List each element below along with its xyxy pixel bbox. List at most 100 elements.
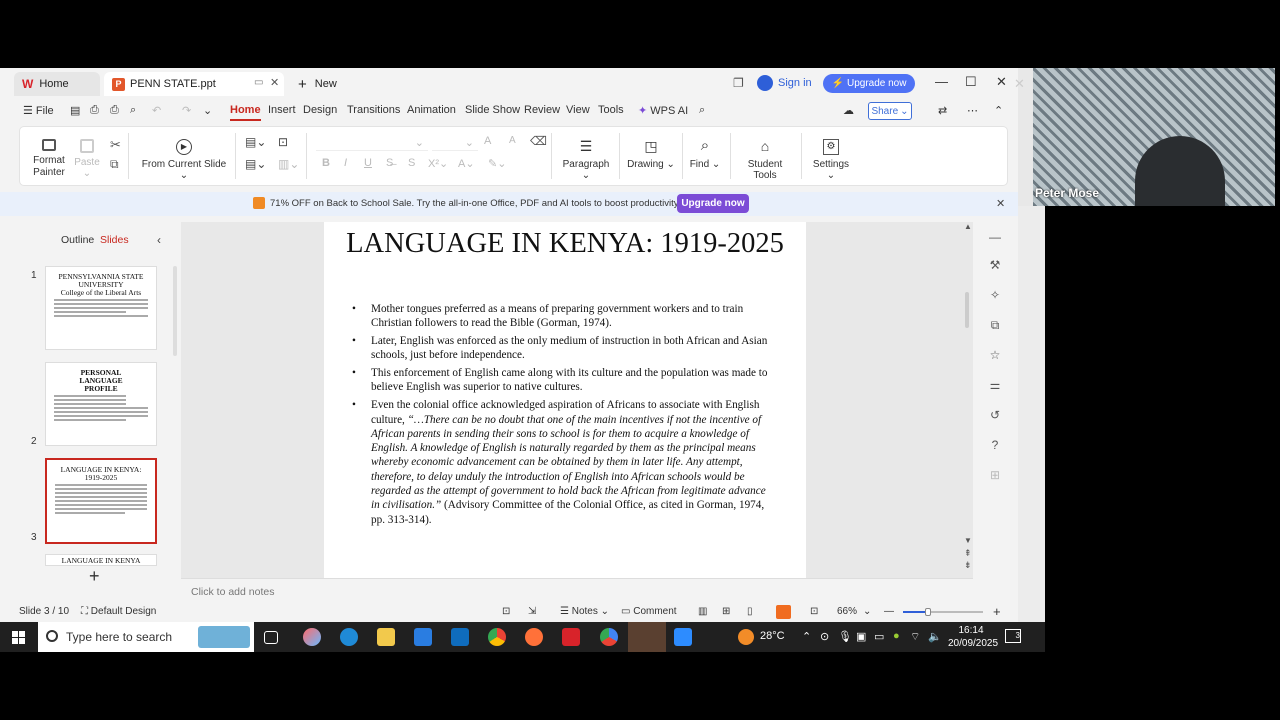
prev-slide-icon[interactable]: ⇞ [964,548,972,559]
more-options-icon[interactable]: ⋯ [967,104,978,117]
thumbnail-scrollbar[interactable] [173,266,177,356]
active-app-icon[interactable] [628,622,666,652]
store-icon[interactable] [414,628,432,646]
zoom-chevron-icon[interactable]: ⌄ [863,606,871,617]
strikethrough-icon[interactable]: S̶ [386,157,393,169]
increase-font-icon[interactable]: A [484,135,491,147]
underline-icon[interactable]: U [364,157,372,169]
menu-home[interactable]: Home [230,104,261,121]
next-slide-icon[interactable]: ⇟ [964,560,972,571]
zoom-in-icon[interactable]: + [993,604,1001,619]
chrome-profile-icon[interactable] [600,628,618,646]
reading-view-icon[interactable]: ▯ [747,606,753,617]
menu-view[interactable]: View [566,104,590,116]
chrome-icon[interactable] [488,628,506,646]
slide-title[interactable]: LANGUAGE IN KENYA: 1919-2025 [344,226,786,261]
zoom-out-icon[interactable]: — [884,606,894,617]
minimize-icon[interactable]: — [935,74,948,89]
bold-icon[interactable]: B [322,157,330,169]
slide-thumbnail-2[interactable]: PERSONAL LANGUAGE PROFILE [45,362,157,446]
grid-icon[interactable]: ⊞ [988,468,1002,482]
file-menu[interactable]: ☰ File [23,104,54,117]
collapse-panel-icon[interactable]: ‹ [157,233,161,247]
find-button[interactable]: ⌕ Find ⌄ [685,138,725,170]
promo-upgrade-button[interactable]: Upgrade now [677,194,749,213]
slides-gallery-icon[interactable]: ⧉ [988,318,1002,332]
undo-icon[interactable]: ↶ [152,104,161,117]
menu-insert[interactable]: Insert [268,104,296,116]
student-tools-button[interactable]: ⌂ Student Tools [735,139,795,181]
new-slide-icon[interactable]: ▤⌄ [245,135,266,149]
fit-window-icon[interactable]: ⊡ [810,606,818,617]
tab-slides[interactable]: Slides [100,234,129,246]
wifi-icon[interactable]: ⌔ [910,630,920,644]
scroll-up-icon[interactable]: ▲ [964,222,972,231]
task-view-icon[interactable] [264,631,278,644]
slide-3[interactable]: LANGUAGE IN KENYA: 1919-2025 Mother tong… [324,222,806,578]
slide-bullet-list[interactable]: Mother tongues preferred as a means of p… [352,302,777,530]
design-button[interactable]: ⛶ Default Design [81,606,156,617]
export-icon[interactable]: ⇲ [528,606,536,617]
collaborate-icon[interactable]: ⇄ [938,104,947,117]
screen-capture-icon[interactable]: ⊙ [820,630,829,643]
font-family-select[interactable]: ⌄ [316,135,428,151]
save-icon[interactable]: ▤ [70,104,80,117]
pdf-icon[interactable]: ⎙ [90,104,99,117]
search-icon[interactable]: ⌕ [699,104,705,117]
outlook-icon[interactable] [451,628,469,646]
zoom-app-icon[interactable] [674,628,692,646]
green-app-icon[interactable]: ● [893,630,900,642]
temperature[interactable]: 28°C [760,630,785,642]
scroll-down-icon[interactable]: ▼ [964,536,972,545]
notification-center-icon[interactable]: 3 [1005,629,1021,643]
wps-ai-button[interactable]: ✦ WPS AI [638,104,688,117]
decrease-font-icon[interactable]: A [509,135,516,146]
font-color-icon[interactable]: A⌄ [458,157,475,170]
font-size-select[interactable]: ⌄ [432,135,478,151]
zoom-slider[interactable] [903,611,983,613]
help-icon[interactable]: ? [988,438,1002,452]
play-slideshow-button[interactable] [776,605,791,619]
background-close-icon[interactable]: ✕ [1014,76,1025,92]
section-icon[interactable]: ▤⌄ [245,157,266,171]
slide-sorter-icon[interactable]: ⊞ [722,606,730,617]
star-icon[interactable]: ☆ [988,348,1002,362]
settings-button[interactable]: ⚙ Settings ⌄ [808,139,854,181]
menu-transitions[interactable]: Transitions [347,104,400,116]
italic-icon[interactable]: I [344,157,347,169]
menu-review[interactable]: Review [524,104,560,116]
menu-animation[interactable]: Animation [407,104,456,116]
document-tab[interactable]: P PENN STATE.ppt ▭ ✕ [104,72,284,96]
cloud-sync-icon[interactable]: ☁ [843,104,854,117]
format-painter-button[interactable]: Format Painter [30,139,68,179]
slide-thumbnail-1[interactable]: PENNSYLVANNIA STATE UNIVERSITY College o… [45,266,157,350]
share-button[interactable]: Share ⌄ [868,102,912,120]
highlight-icon[interactable]: ✎⌄ [488,157,506,170]
zoom-slider-handle[interactable] [925,608,931,616]
drawing-button[interactable]: ◳ Drawing ⌄ [626,139,676,170]
windows-start-icon[interactable] [12,631,25,644]
fit-icon[interactable]: ⊡ [502,606,510,617]
notes-toggle-button[interactable]: ☰ Notes ⌄ [560,606,609,617]
microphone-icon[interactable]: 🎙 [838,630,852,643]
tray-overflow-icon[interactable]: ⌃ [802,630,811,643]
close-window-icon[interactable]: ✕ [996,74,1007,90]
redo-icon[interactable]: ↷ [182,104,191,117]
copilot-icon[interactable] [303,628,321,646]
window-icon[interactable]: ▭ [254,77,263,88]
minus-icon[interactable]: — [988,230,1002,244]
collapse-ribbon-icon[interactable]: ⌃ [994,104,1003,117]
paragraph-button[interactable]: ☰ Paragraph ⌄ [558,139,614,181]
slide-thumbnail-4[interactable]: LANGUAGE IN KENYA [45,554,157,566]
clear-format-icon[interactable]: ⌫ [530,134,547,148]
tab-outline[interactable]: Outline [61,234,94,246]
slide-scrollbar[interactable] [965,292,969,328]
magic-wand-icon[interactable]: ⚒ [988,258,1002,272]
menu-design[interactable]: Design [303,104,337,116]
paste-button[interactable]: Paste ⌄ [72,139,102,179]
file-explorer-icon[interactable] [377,628,395,646]
close-tab-icon[interactable]: ✕ [270,76,279,89]
wps-office-icon[interactable] [562,628,580,646]
upgrade-now-button[interactable]: ⚡ Upgrade now [823,74,915,93]
cut-icon[interactable]: ✂ [110,137,121,153]
